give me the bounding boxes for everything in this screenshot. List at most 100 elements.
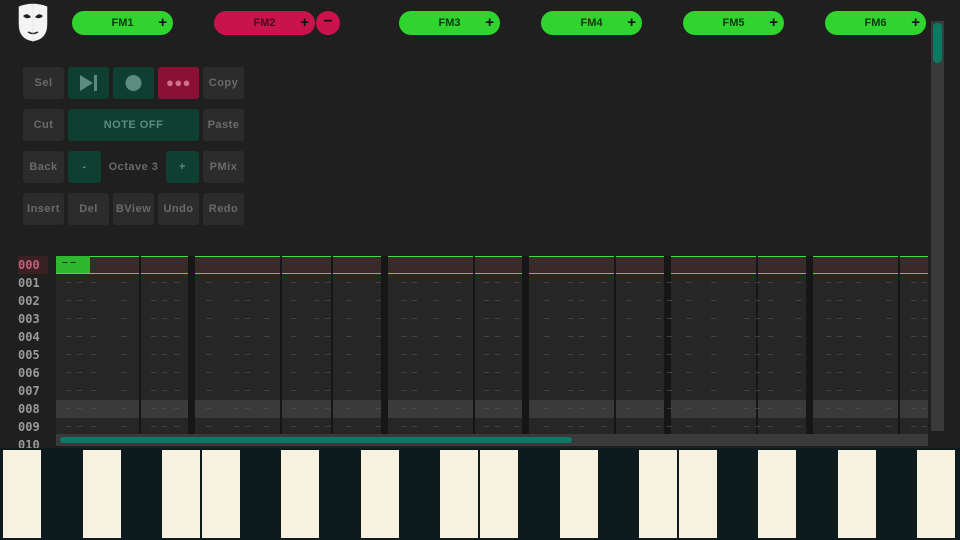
piano-white-key[interactable] [281,450,319,538]
piano-white-key[interactable] [838,450,876,538]
piano-white-key[interactable] [3,450,41,538]
empty-cell: – [121,368,127,378]
empty-cell: – [433,350,439,360]
channel-fm3-button[interactable]: FM3 + [399,11,500,35]
empty-cell: – [91,296,97,306]
empty-cell: – [796,350,802,360]
empty-cell: – [174,368,180,378]
plus-icon[interactable]: + [769,11,778,34]
piano-white-key[interactable] [440,450,478,538]
empty-cell: – [856,350,862,360]
empty-cell: – [376,422,382,432]
empty-cell: – [856,278,862,288]
channel-fm5-button[interactable]: FM5 + [683,11,784,35]
empty-cell: – [686,278,692,288]
scrollbar-thumb[interactable] [933,23,942,63]
piano-white-key[interactable] [162,450,200,538]
piano-white-key[interactable] [679,450,717,538]
empty-cell: – – [314,404,331,414]
plus-icon[interactable]: + [158,11,167,34]
empty-cell: – [601,404,607,414]
scrollbar-thumb[interactable] [60,437,572,443]
insert-button[interactable]: Insert [23,193,64,225]
remove-channel-button[interactable]: − [316,11,340,35]
empty-cell: – [601,386,607,396]
channel-fm4-button[interactable]: FM4 + [541,11,642,35]
plus-icon[interactable]: + [911,11,920,34]
pattern-grid[interactable]: – – – – – – – – – – – – – – – – – – – – – – – – – – – – – – –… [56,256,928,446]
more-button[interactable]: ●●● [158,67,199,99]
empty-cell: – [711,350,717,360]
piano-keyboard[interactable] [0,448,960,540]
empty-cell: – – [826,278,843,288]
empty-cell: – – [744,404,761,414]
empty-cell: – [686,404,692,414]
channel-label: FM3 [438,17,461,29]
plus-icon[interactable]: + [485,11,494,34]
play-button[interactable] [68,67,109,99]
empty-cell: – [626,332,632,342]
empty-cell: – [174,332,180,342]
redo-button[interactable]: Redo [203,193,244,225]
bview-button[interactable]: BView [113,193,154,225]
empty-cell: – – [826,350,843,360]
note-off-button[interactable]: NOTE OFF [68,109,199,141]
empty-cell: – [206,278,212,288]
empty-cell: – – [568,386,585,396]
piano-white-key[interactable] [560,450,598,538]
piano-white-key[interactable] [758,450,796,538]
empty-cell: – [796,332,802,342]
empty-cell: – [456,278,462,288]
vertical-scrollbar[interactable] [931,21,944,431]
empty-cell: – – [484,332,501,342]
channel-fm2-button[interactable]: FM2 + [214,11,315,35]
octave-up-button[interactable]: + [166,151,199,183]
empty-cell: – [514,404,520,414]
back-button[interactable]: Back [23,151,64,183]
copy-button[interactable]: Copy [203,67,244,99]
sel-button[interactable]: Sel [23,67,64,99]
piano-white-key[interactable] [639,450,677,538]
empty-cell: – [544,314,550,324]
empty-cell: – – [911,386,928,396]
empty-cell: – – [66,422,83,432]
empty-cell: – [456,296,462,306]
empty-cell: – [121,422,127,432]
empty-cell: – [206,422,212,432]
empty-cell: – [291,296,297,306]
empty-cell: – [626,278,632,288]
horizontal-scrollbar[interactable] [56,434,928,446]
channel-fm6-button[interactable]: FM6 + [825,11,926,35]
empty-cell: – [768,368,774,378]
piano-white-key[interactable] [202,450,240,538]
empty-cell: – [544,332,550,342]
channel-fm1-button[interactable]: FM1 + [72,11,173,35]
empty-cell: – [601,350,607,360]
paste-button[interactable]: Paste [203,109,244,141]
plus-icon[interactable]: + [627,11,636,34]
empty-cell: – [886,314,892,324]
edit-cursor[interactable]: – – [56,256,90,273]
record-button[interactable] [113,67,154,99]
empty-cell: – [768,422,774,432]
empty-cell: – [346,332,352,342]
empty-cell: – [174,278,180,288]
del-button[interactable]: Del [68,193,109,225]
piano-white-key[interactable] [83,450,121,538]
piano-white-key[interactable] [480,450,518,538]
piano-white-key[interactable] [361,450,399,538]
octave-down-button[interactable]: - [68,151,101,183]
empty-cell: – [886,332,892,342]
mask-logo-icon[interactable] [14,2,52,42]
empty-cell: – [856,404,862,414]
undo-button[interactable]: Undo [158,193,199,225]
plus-icon[interactable]: + [300,11,309,34]
pmix-button[interactable]: PMix [203,151,244,183]
piano-white-key[interactable] [917,450,955,538]
empty-cell: – [601,314,607,324]
cut-button[interactable]: Cut [23,109,64,141]
empty-cell: – [291,278,297,288]
empty-cell: – [514,332,520,342]
empty-cell: – – [66,386,83,396]
empty-cell: – [626,422,632,432]
